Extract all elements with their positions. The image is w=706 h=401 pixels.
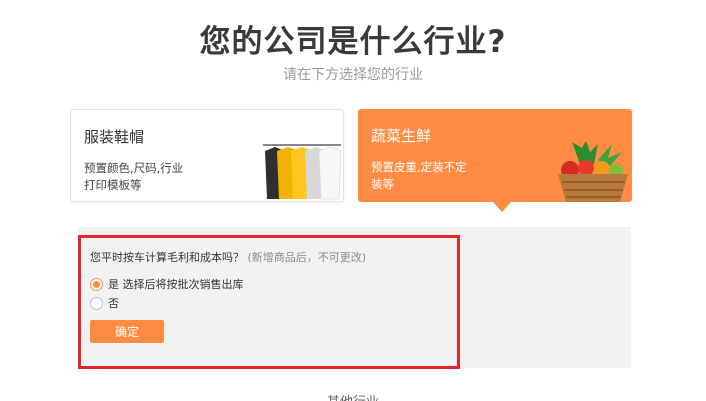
confirm-button[interactable]: 确定 — [90, 320, 164, 343]
radio-yes[interactable] — [90, 277, 103, 291]
clothes-rack-icon — [263, 144, 342, 200]
other-industry-link[interactable]: 其他行业 — [0, 391, 706, 401]
card-description: 预置颜色,尺码,行业 打印模板等 — [84, 160, 183, 194]
card-description-line: 预置颜色,尺码,行业 — [84, 161, 184, 175]
option-no[interactable]: 否 — [90, 295, 119, 311]
option-yes[interactable]: 是 选择后将按批次销售出库 — [90, 276, 244, 292]
card-title: 服装鞋帽 — [84, 128, 145, 146]
card-description-line: 预置皮重,定装不定 — [371, 160, 467, 174]
card-title: 蔬菜生鲜 — [371, 127, 432, 145]
industry-selection-page: 您的公司是什么行业? 请在下方选择您的行业 服装鞋帽 预置颜色,尺码,行业 打印… — [0, 0, 706, 401]
card-description-line: 打印模板等 — [84, 178, 142, 192]
industry-card-clothing[interactable]: 服装鞋帽 预置颜色,尺码,行业 打印模板等 — [70, 109, 344, 202]
page-title: 您的公司是什么行业? — [199, 24, 507, 60]
cost-question-text: 您平时按车计算毛利和成本吗？ — [90, 251, 244, 264]
card-description-line: 装等 — [371, 177, 394, 191]
option-no-label: 否 — [108, 297, 119, 310]
card-description: 预置皮重,定装不定 装等 — [371, 159, 467, 193]
cost-question-hint: (新增商品后，不可更改) — [247, 251, 367, 264]
option-yes-label: 是 选择后将按批次销售出库 — [108, 278, 244, 291]
industry-card-produce[interactable]: 蔬菜生鲜 预置皮重,定装不定 装等 — [358, 109, 632, 202]
selected-card-pointer — [493, 202, 511, 212]
radio-no[interactable] — [90, 296, 103, 310]
page-subtitle: 请在下方选择您的行业 — [283, 67, 423, 83]
cost-question: 您平时按车计算毛利和成本吗？ (新增商品后，不可更改) — [90, 249, 366, 265]
vegetable-basket-icon — [558, 142, 628, 202]
